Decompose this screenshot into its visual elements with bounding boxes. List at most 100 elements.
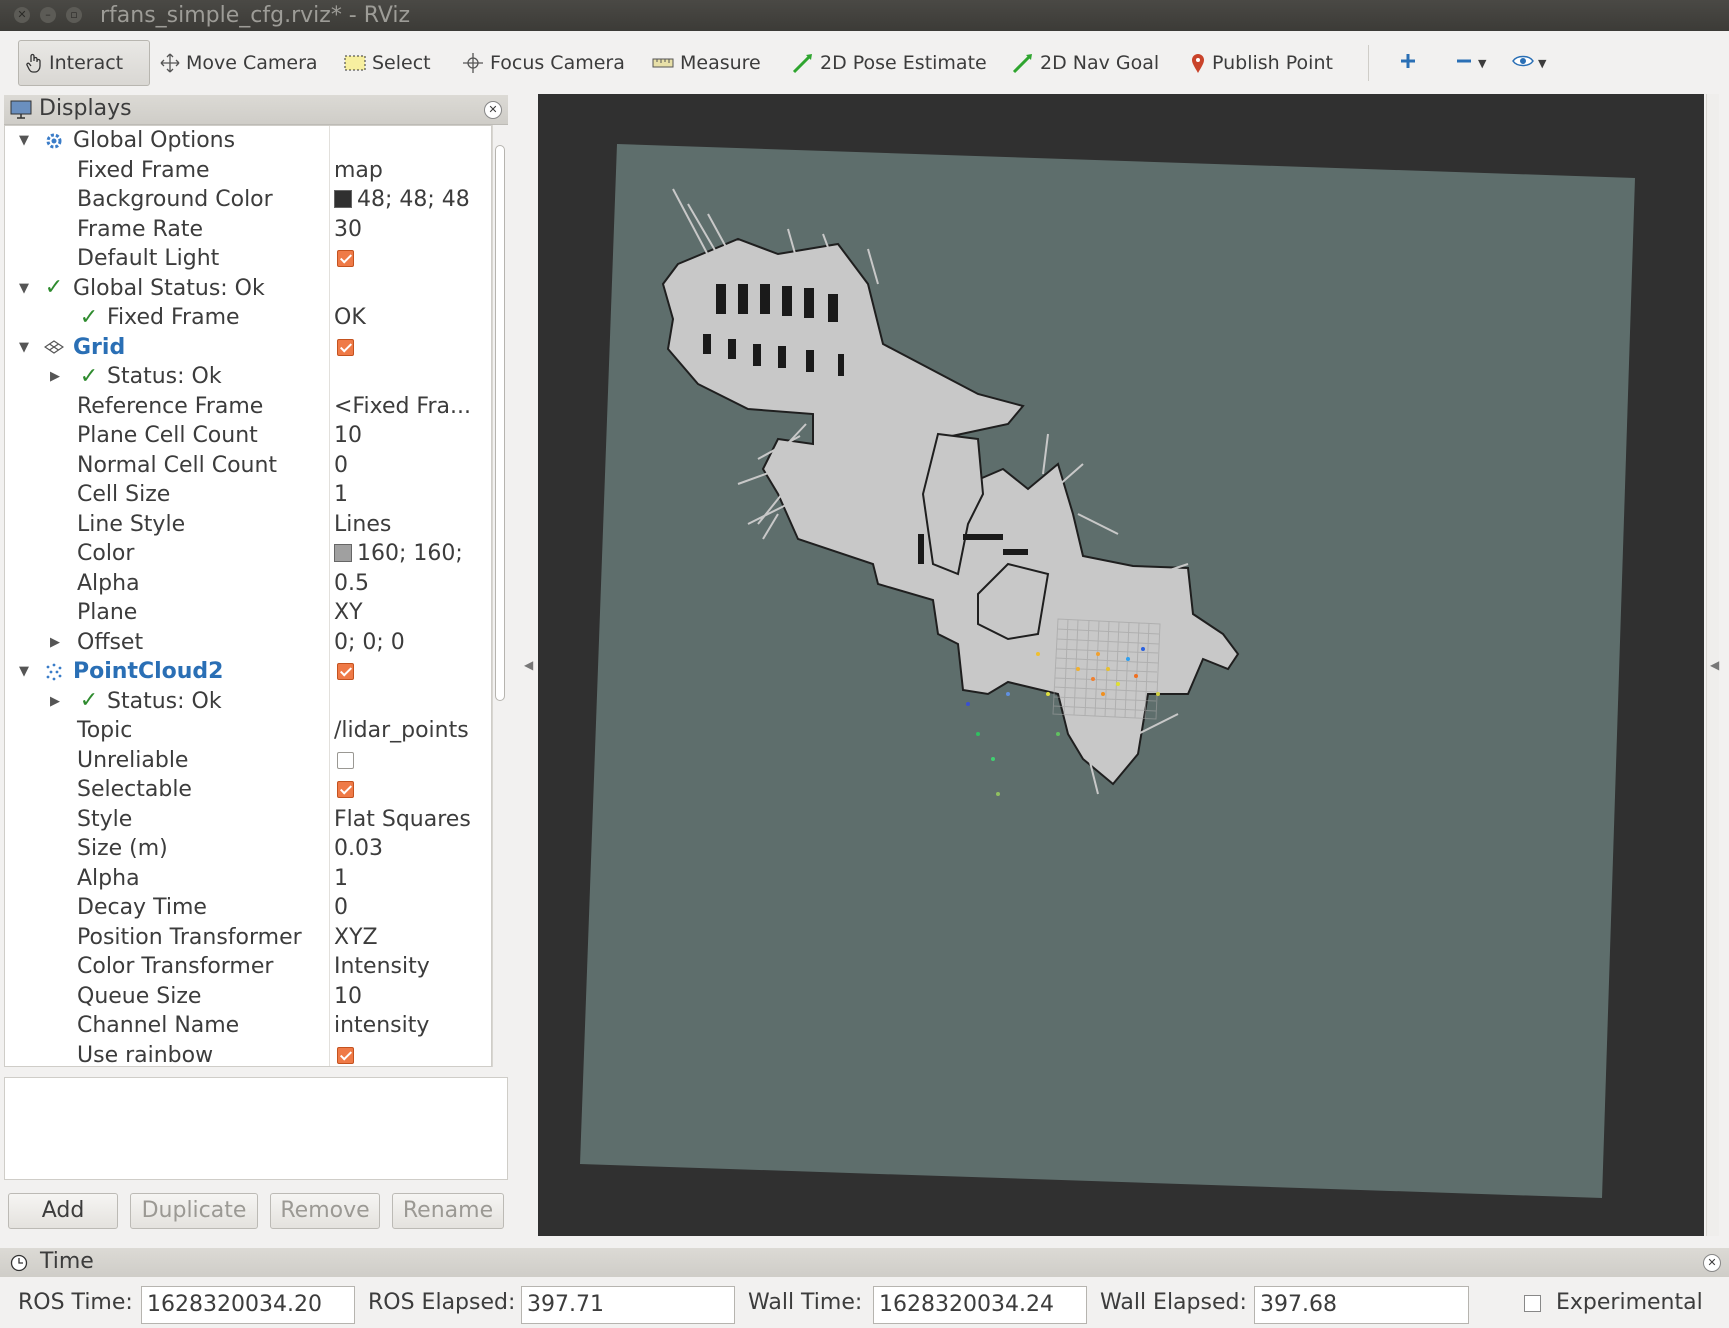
checkbox[interactable] [337,751,354,769]
rename-button[interactable]: Rename [392,1193,504,1229]
ros-time-field[interactable]: 1628320034.20 [141,1286,355,1324]
tree-row-grid[interactable]: ▼ Grid [5,333,491,363]
tree-row-normal-cell-count[interactable]: Normal Cell Count 0 [5,451,491,481]
tree-row-fixed-frame[interactable]: ✓ Fixed Frame OK [5,303,491,333]
tree-row-reference-frame[interactable]: Reference Frame <Fixed Fra... [5,392,491,422]
tree-row-alpha[interactable]: Alpha 1 [5,864,491,894]
expand-down-icon[interactable]: ▼ [17,333,31,363]
expand-down-icon[interactable]: ▼ [17,126,31,156]
wall-time-field[interactable]: 1628320034.24 [873,1286,1087,1324]
minimize-window-button[interactable]: – [40,7,56,23]
tree-row-style[interactable]: Style Flat Squares [5,805,491,835]
tree-row-selectable[interactable]: Selectable [5,775,491,805]
tool-measure[interactable]: Measure [646,40,767,86]
tree-row-value[interactable]: <Fixed Fra... [334,392,471,422]
scrollbar-thumb[interactable] [495,145,505,701]
tool-focus-camera[interactable]: Focus Camera [456,40,631,86]
close-icon[interactable]: ✕ [484,101,502,119]
tree-row-status-ok[interactable]: ▶ ✓ Status: Ok [5,362,491,392]
maximize-window-button[interactable]: ▫ [66,7,82,23]
tree-row-channel-name[interactable]: Channel Name intensity [5,1011,491,1041]
tool-move-camera[interactable]: Move Camera [154,40,324,86]
tree-row-cell-size[interactable]: Cell Size 1 [5,480,491,510]
remove-button[interactable]: Remove [270,1193,380,1229]
tree-row-value[interactable]: Intensity [334,952,430,982]
tree-row-global-options[interactable]: ▼ Global Options [5,126,491,156]
color-swatch[interactable] [334,190,352,208]
tree-row-color[interactable]: Color 160; 160; [5,539,491,569]
tree-row-alpha[interactable]: Alpha 0.5 [5,569,491,599]
checkbox[interactable] [337,338,354,356]
close-window-button[interactable]: ✕ [14,7,30,23]
tree-row-value[interactable]: 1 [334,480,348,510]
experimental-checkbox[interactable] [1524,1295,1541,1312]
tree-row-plane[interactable]: Plane XY [5,598,491,628]
tree-row-value[interactable]: 30 [334,215,362,245]
checkbox[interactable] [337,663,354,680]
tree-row-pointcloud2[interactable]: ▼ PointCloud2 [5,657,491,687]
tree-row-queue-size[interactable]: Queue Size 10 [5,982,491,1012]
tree-row-value[interactable]: 1 [334,864,348,894]
wall-elapsed-field[interactable]: 397.68 [1254,1286,1469,1324]
tree-row-background-color[interactable]: Background Color 48; 48; 48 [5,185,491,215]
tree-row-value[interactable]: 10 [334,421,362,451]
checkbox[interactable] [337,781,354,798]
expand-right-icon[interactable]: ▶ [48,687,62,717]
view-panel-toggle[interactable]: ▼ [1506,40,1552,86]
tree-row-frame-rate[interactable]: Frame Rate 30 [5,215,491,245]
tree-row-value[interactable]: 10 [334,982,362,1012]
tree-row-offset[interactable]: ▶ Offset 0; 0; 0 [5,628,491,658]
tree-row-size-m[interactable]: Size (m) 0.03 [5,834,491,864]
ros-elapsed-field[interactable]: 397.71 [521,1286,735,1324]
tree-row-value[interactable]: 0 [334,451,348,481]
close-icon[interactable]: ✕ [1703,1254,1721,1272]
checkbox[interactable] [337,1046,354,1064]
tree-row-value[interactable]: Flat Squares [334,805,471,835]
tree-row-value[interactable]: Lines [334,510,391,540]
tree-row-plane-cell-count[interactable]: Plane Cell Count 10 [5,421,491,451]
tree-row-status-ok[interactable]: ▶ ✓ Status: Ok [5,687,491,717]
add-button[interactable]: Add [8,1193,118,1229]
color-swatch[interactable] [334,544,352,562]
tree-row-label: Grid [73,334,126,360]
tree-row-value[interactable]: XY [334,598,363,628]
tree-row-value[interactable]: 160; 160; [334,539,463,569]
tool-2d-pose-estimate[interactable]: 2D Pose Estimate [786,40,993,86]
tree-row-position-transformer[interactable]: Position Transformer XYZ [5,923,491,953]
tree-row-value[interactable]: 0.03 [334,834,383,864]
tree-row-value[interactable]: 0.5 [334,569,369,599]
remove-tool-button[interactable]: ▼ [1448,40,1492,86]
tree-row-value[interactable]: map [334,156,383,186]
tool-select[interactable]: Select [338,40,437,86]
tree-row-value[interactable]: intensity [334,1011,429,1041]
displays-scrollbar[interactable] [492,125,507,1067]
tree-row-value[interactable]: 0 [334,893,348,923]
tree-row-value[interactable]: 48; 48; 48 [334,185,470,215]
tool-interact[interactable]: Interact [18,40,150,86]
expand-right-icon[interactable]: ▶ [48,362,62,392]
tree-row-decay-time[interactable]: Decay Time 0 [5,893,491,923]
checkbox[interactable] [337,250,354,267]
tree-row-value[interactable]: XYZ [334,923,378,953]
expand-down-icon[interactable]: ▼ [17,274,31,304]
add-tool-button[interactable] [1392,40,1424,86]
tree-row-color-transformer[interactable]: Color Transformer Intensity [5,952,491,982]
expand-down-icon[interactable]: ▼ [17,657,31,687]
tree-row-global-status-ok[interactable]: ▼ ✓ Global Status: Ok [5,274,491,304]
tree-row-unreliable[interactable]: Unreliable [5,746,491,776]
expand-right-icon[interactable]: ▶ [48,628,62,658]
tree-row-value[interactable]: OK [334,303,366,333]
tree-row-value[interactable]: 0; 0; 0 [334,628,405,658]
tree-row-value[interactable]: /lidar_points [334,716,469,746]
collapse-right-arrow-icon[interactable]: ◀ [1710,658,1719,672]
tree-row-default-light[interactable]: Default Light [5,244,491,274]
collapse-left-arrow-icon[interactable]: ◀ [524,658,533,672]
tree-row-topic[interactable]: Topic/lidar_points [5,716,491,746]
tool-2d-nav-goal[interactable]: 2D Nav Goal [1006,40,1165,86]
tool-publish-point[interactable]: Publish Point [1184,40,1339,86]
tree-row-fixed-frame[interactable]: Fixed Frame map [5,156,491,186]
tree-row-line-style[interactable]: Line Style Lines [5,510,491,540]
3d-render-view[interactable] [538,94,1704,1236]
duplicate-button[interactable]: Duplicate [130,1193,258,1229]
tree-row-use-rainbow[interactable]: Use rainbow [5,1041,491,1066]
